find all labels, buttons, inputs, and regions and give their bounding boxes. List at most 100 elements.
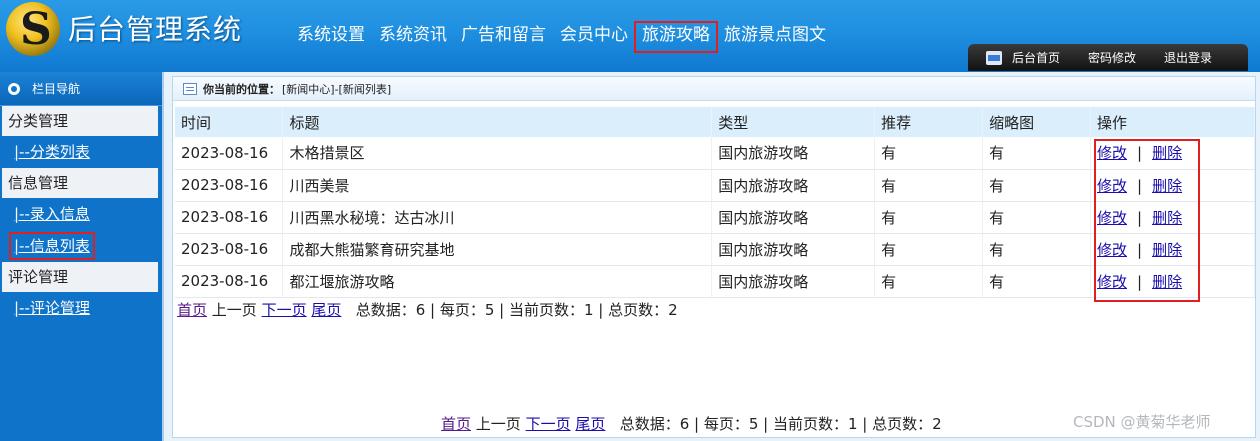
pagination-top: 首页 上一页 下一页 尾页 总数据：6 | 每页：5 | 当前页数：1 | 总页…: [177, 299, 678, 320]
nav-system-news[interactable]: 系统资讯: [372, 22, 454, 52]
change-password-link[interactable]: 密码修改: [1088, 49, 1136, 66]
sidebar-group-comments[interactable]: 评论管理: [2, 262, 158, 292]
list-icon: [183, 82, 197, 95]
cell-thumbnail: 有: [982, 137, 1091, 170]
sidebar-header: 栏目导航: [0, 72, 162, 106]
edit-link[interactable]: 修改: [1097, 177, 1127, 195]
app-header: S 后台管理系统 系统设置 系统资讯 广告和留言 会员中心 旅游攻略 旅游景点图…: [0, 0, 1260, 72]
nav-ads-messages[interactable]: 广告和留言: [454, 22, 553, 52]
sidebar-item-label[interactable]: |--评论管理: [14, 299, 90, 317]
cell-title: 成都大熊猫繁育研究基地: [282, 233, 713, 266]
sidebar-group-info[interactable]: 信息管理: [2, 168, 158, 198]
edit-link[interactable]: 修改: [1097, 144, 1127, 162]
table-row: 2023-08-16 川西美景 国内旅游攻略 有 有 修改 | 删除: [175, 169, 1255, 202]
column-header-title: 标题: [282, 107, 713, 137]
nav-scenic-photos[interactable]: 旅游景点图文: [717, 22, 833, 52]
cell-type: 国内旅游攻略: [711, 201, 876, 234]
breadcrumb: 你当前的位置： [新闻中心]-[新闻列表]: [173, 77, 1255, 101]
cell-type: 国内旅游攻略: [711, 233, 876, 266]
cell-thumbnail: 有: [982, 201, 1091, 234]
cell-title: 都江堰旅游攻略: [282, 265, 713, 298]
pagination-bottom: 首页 上一页 下一页 尾页 总数据：6 | 每页：5 | 当前页数：1 | 总页…: [441, 413, 942, 434]
pager-summary: 总数据：6 | 每页：5 | 当前页数：1 | 总页数：2: [619, 415, 942, 433]
pager-prev-text: 上一页: [211, 301, 257, 319]
table-row: 2023-08-16 木格措景区 国内旅游攻略 有 有 修改 | 删除: [175, 137, 1255, 170]
cell-thumbnail: 有: [982, 169, 1091, 202]
calendar-icon: [986, 50, 1002, 65]
nav-system-settings[interactable]: 系统设置: [290, 22, 372, 52]
table-row: 2023-08-16 都江堰旅游攻略 国内旅游攻略 有 有 修改 | 删除: [175, 265, 1255, 298]
edit-link[interactable]: 修改: [1097, 273, 1127, 291]
sidebar-item-comment-manage[interactable]: |--评论管理: [0, 292, 162, 324]
cell-type: 国内旅游攻略: [711, 265, 876, 298]
pager-next-link[interactable]: 下一页: [262, 301, 307, 319]
delete-link[interactable]: 删除: [1152, 241, 1182, 259]
sidebar-item-label[interactable]: |--分类列表: [14, 143, 90, 161]
cell-time: 2023-08-16: [175, 169, 284, 202]
cell-actions: 修改 | 删除: [1090, 265, 1255, 298]
sidebar-item-add-info[interactable]: |--录入信息: [0, 198, 162, 230]
cell-title: 木格措景区: [282, 137, 713, 170]
action-separator: |: [1137, 144, 1143, 163]
column-header-type: 类型: [711, 107, 876, 137]
column-header-recommend: 推荐: [874, 107, 984, 137]
pager-first-link[interactable]: 首页: [441, 415, 471, 433]
main-panel: 你当前的位置： [新闻中心]-[新闻列表] 时间 标题 类型 推荐 缩略图 操作…: [172, 76, 1256, 438]
cell-type: 国内旅游攻略: [711, 169, 876, 202]
cell-time: 2023-08-16: [175, 201, 284, 234]
cell-actions: 修改 | 删除: [1090, 233, 1255, 266]
sidebar-item-label[interactable]: |--录入信息: [14, 205, 90, 223]
delete-link[interactable]: 删除: [1152, 273, 1182, 291]
delete-link[interactable]: 删除: [1152, 144, 1182, 162]
pager-prev-text: 上一页: [475, 415, 521, 433]
top-toolbar: 后台首页 密码修改 退出登录: [968, 44, 1248, 71]
action-separator: |: [1137, 272, 1143, 291]
watermark: CSDN @黄菊华老师: [1073, 413, 1211, 431]
cell-recommend: 有: [874, 169, 984, 202]
table-row: 2023-08-16 成都大熊猫繁育研究基地 国内旅游攻略 有 有 修改 | 删除: [175, 233, 1255, 266]
cell-time: 2023-08-16: [175, 265, 284, 298]
nav-travel-guide[interactable]: 旅游攻略: [634, 21, 718, 53]
column-header-thumbnail: 缩略图: [982, 107, 1091, 137]
delete-link[interactable]: 删除: [1152, 209, 1182, 227]
sidebar-item-category-list[interactable]: |--分类列表: [0, 136, 162, 168]
cell-recommend: 有: [874, 233, 984, 266]
sidebar-item-label[interactable]: |--信息列表: [9, 232, 95, 260]
pager-last-link[interactable]: 尾页: [311, 301, 341, 319]
cell-actions: 修改 | 删除: [1090, 169, 1255, 202]
pager-summary: 总数据：6 | 每页：5 | 当前页数：1 | 总页数：2: [355, 301, 678, 319]
nav-member-center[interactable]: 会员中心: [553, 22, 635, 52]
table-row: 2023-08-16 川西黑水秘境：达古冰川 国内旅游攻略 有 有 修改 | 删除: [175, 201, 1255, 234]
cell-type: 国内旅游攻略: [711, 137, 876, 170]
cell-recommend: 有: [874, 137, 984, 170]
action-separator: |: [1137, 208, 1143, 227]
delete-link[interactable]: 删除: [1152, 177, 1182, 195]
pager-next-link[interactable]: 下一页: [526, 415, 571, 433]
sidebar-item-info-list[interactable]: |--信息列表: [0, 230, 162, 262]
circle-bullet-icon: [8, 82, 20, 95]
cell-recommend: 有: [874, 265, 984, 298]
pager-last-link[interactable]: 尾页: [575, 415, 605, 433]
cell-thumbnail: 有: [982, 265, 1091, 298]
cell-thumbnail: 有: [982, 233, 1091, 266]
action-separator: |: [1137, 240, 1143, 259]
column-header-time: 时间: [175, 107, 284, 137]
column-header-actions: 操作: [1090, 107, 1255, 137]
logout-link[interactable]: 退出登录: [1164, 49, 1212, 66]
sidebar: 栏目导航 分类管理 |--分类列表 信息管理 |--录入信息 |--信息列表 评…: [0, 72, 164, 441]
news-table: 时间 标题 类型 推荐 缩略图 操作 2023-08-16 木格措景区 国内旅游…: [175, 107, 1255, 298]
pager-first-link[interactable]: 首页: [177, 301, 207, 319]
app-title: 后台管理系统: [68, 13, 243, 46]
edit-link[interactable]: 修改: [1097, 241, 1127, 259]
sidebar-group-category[interactable]: 分类管理: [2, 106, 158, 136]
cell-title: 川西黑水秘境：达古冰川: [282, 201, 713, 234]
cell-title: 川西美景: [282, 169, 713, 202]
edit-link[interactable]: 修改: [1097, 209, 1127, 227]
app-logo: S: [6, 2, 60, 56]
breadcrumb-label: 你当前的位置：: [203, 82, 280, 96]
admin-home-link[interactable]: 后台首页: [1012, 49, 1060, 66]
sidebar-title: 栏目导航: [32, 82, 81, 96]
cell-actions: 修改 | 删除: [1090, 137, 1255, 170]
top-nav: 系统设置 系统资讯 广告和留言 会员中心 旅游攻略 旅游景点图文: [290, 21, 833, 53]
logo-letter: S: [20, 4, 52, 55]
